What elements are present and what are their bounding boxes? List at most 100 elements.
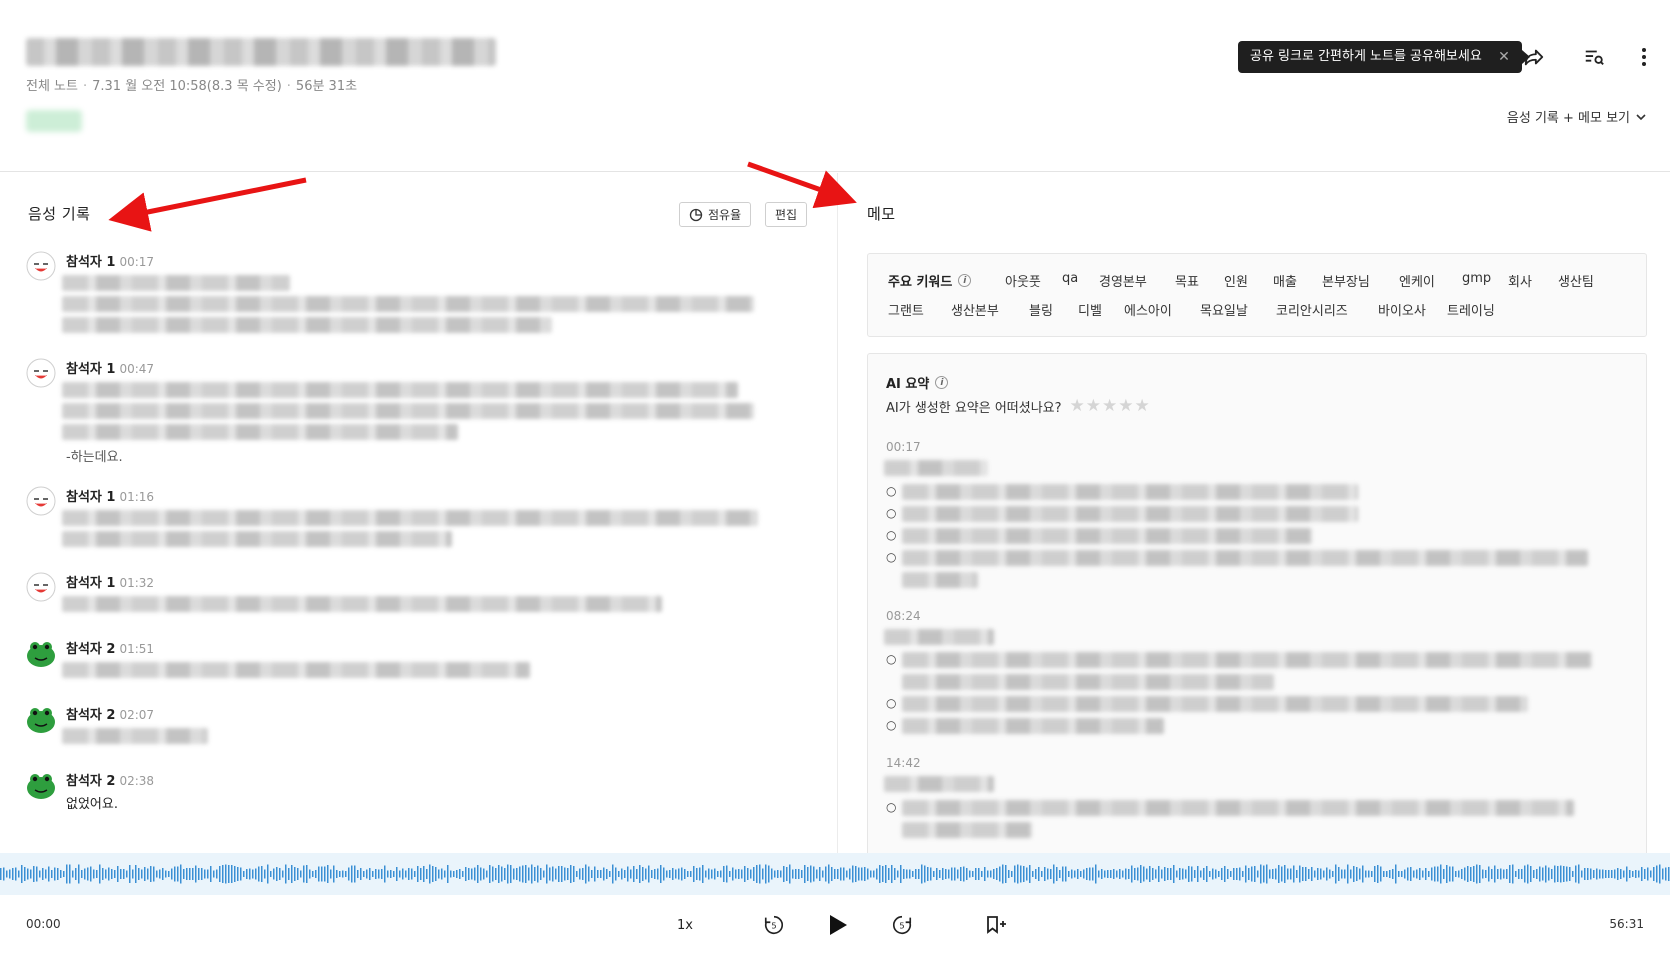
summary-timestamp[interactable]: 08:24	[886, 609, 921, 623]
keyword-chip[interactable]: qa	[1062, 271, 1078, 286]
keyword-chip[interactable]: gmp	[1462, 271, 1491, 286]
waveform-bar	[1383, 871, 1385, 877]
waveform-bar	[1530, 866, 1532, 882]
waveform-bar	[321, 866, 323, 882]
keyword-chip[interactable]: 블링	[1029, 300, 1053, 319]
keyword-chip[interactable]: 트레이닝	[1447, 300, 1495, 319]
waveform-bar	[918, 869, 920, 879]
waveform-bar	[12, 868, 14, 880]
waveform-bar	[996, 868, 998, 880]
waveform-bar	[375, 869, 377, 879]
add-bookmark-button[interactable]	[982, 909, 1010, 941]
keyword-chip[interactable]: 엔케이	[1399, 271, 1435, 290]
share-ratio-button[interactable]: 점유율	[679, 202, 752, 227]
summary-timestamp[interactable]: 14:42	[886, 756, 921, 770]
waveform-bar	[876, 868, 878, 880]
keyword-chip[interactable]: 디벨	[1078, 300, 1102, 319]
keyword-chip[interactable]: 목요일날	[1200, 300, 1248, 319]
waveform-bar	[1041, 871, 1043, 877]
waveform-bar	[1098, 870, 1100, 878]
entry-timestamp[interactable]: 02:38	[119, 774, 154, 788]
waveform-bar	[1413, 870, 1415, 878]
bullet-dot: ○	[886, 484, 897, 498]
keyword-chip[interactable]: 매출	[1273, 271, 1297, 290]
waveform-bar	[1572, 871, 1574, 877]
search-transcript-icon[interactable]	[1581, 44, 1607, 70]
waveform-bar	[1011, 871, 1013, 877]
view-mode-select[interactable]: 음성 기록 + 메모 보기	[1507, 107, 1646, 126]
keyword-chip[interactable]: 바이오사	[1378, 300, 1426, 319]
waveform-scrubber[interactable]	[0, 853, 1670, 895]
meta-folder[interactable]: 전체 노트	[26, 79, 78, 94]
entry-timestamp[interactable]: 00:47	[119, 362, 154, 376]
keyword-chip[interactable]: 회사	[1508, 271, 1532, 290]
star-icon[interactable]: ★	[1102, 398, 1117, 415]
speed-button[interactable]: 1x	[672, 909, 698, 941]
waveform-bar	[1188, 866, 1190, 882]
waveform-bar	[9, 869, 11, 879]
waveform-bar	[795, 869, 797, 879]
waveform-bar	[1410, 867, 1412, 881]
tooltip-close-icon[interactable]: ✕	[1498, 41, 1510, 73]
info-icon[interactable]: i	[958, 274, 972, 287]
waveform-bar	[201, 868, 203, 880]
waveform-bar	[1638, 870, 1640, 878]
note-meta: 전체 노트 · 7.31 월 오전 10:58(8.3 목 수정) · 56분 31초	[26, 79, 358, 94]
waveform-bar	[1581, 870, 1583, 878]
keyword-chip[interactable]: 목표	[1175, 271, 1199, 290]
entry-timestamp[interactable]: 00:17	[119, 255, 154, 269]
waveform-bar	[1659, 864, 1661, 884]
waveform-bar	[351, 865, 353, 883]
keyword-chip[interactable]: 생산본부	[951, 300, 999, 319]
waveform-bar	[1440, 864, 1442, 884]
star-icon[interactable]: ★	[1118, 398, 1133, 415]
share-icon[interactable]	[1521, 44, 1547, 70]
waveform-bar	[72, 870, 74, 878]
keyword-chip[interactable]: 코리안시리즈	[1276, 300, 1348, 319]
keyword-chip[interactable]: 인원	[1224, 271, 1248, 290]
rewind-5-button[interactable]: 5	[760, 909, 788, 941]
waveform-bar	[183, 869, 185, 879]
keyword-chip[interactable]: 아웃풋	[1005, 271, 1041, 290]
keyword-chip[interactable]: 경영본부	[1099, 271, 1147, 290]
star-icon[interactable]: ★	[1070, 398, 1085, 415]
waveform-bar	[1092, 867, 1094, 881]
waveform-bar	[849, 868, 851, 880]
waveform-bar	[594, 866, 596, 882]
waveform-bar	[459, 869, 461, 879]
entry-timestamp[interactable]: 01:32	[119, 576, 154, 590]
entry-timestamp[interactable]: 01:16	[119, 490, 154, 504]
edit-button[interactable]: 편집	[765, 202, 808, 227]
waveform-bar	[702, 865, 704, 883]
waveform-bar	[762, 868, 764, 880]
waveform-bar	[819, 867, 821, 881]
forward-5-button[interactable]: 5	[888, 909, 916, 941]
waveform-bar	[423, 866, 425, 882]
waveform-bar	[1293, 865, 1295, 883]
speaker-label: 참석자 1 00:17	[66, 255, 155, 270]
star-icon[interactable]: ★	[1086, 398, 1101, 415]
entry-timestamp[interactable]: 01:51	[119, 642, 154, 656]
keyword-chip[interactable]: 에스아이	[1124, 300, 1172, 319]
summary-timestamp[interactable]: 00:17	[886, 440, 921, 454]
keyword-chip[interactable]: 그랜트	[888, 300, 924, 319]
star-icon[interactable]: ★	[1135, 398, 1150, 415]
waveform-bar	[1200, 870, 1202, 878]
waveform-bar	[1620, 869, 1622, 879]
note-tag-redacted[interactable]	[26, 110, 82, 132]
waveform-bar	[912, 871, 914, 877]
redacted-text	[902, 484, 1358, 500]
info-icon[interactable]: i	[935, 376, 949, 389]
waveform-bar	[678, 868, 680, 880]
waveform-bar	[1668, 867, 1670, 881]
note-title-redacted[interactable]	[26, 38, 496, 66]
play-button[interactable]	[822, 909, 854, 941]
more-vertical-icon[interactable]	[1631, 44, 1657, 70]
waveform-bar	[1518, 869, 1520, 879]
keyword-chip[interactable]: 본부장님	[1322, 271, 1370, 290]
entry-timestamp[interactable]: 02:07	[119, 708, 154, 722]
waveform-bar	[1176, 870, 1178, 878]
keyword-chip[interactable]: 생산팀	[1558, 271, 1594, 290]
waveform-bar	[450, 870, 452, 878]
waveform-bar	[543, 870, 545, 878]
